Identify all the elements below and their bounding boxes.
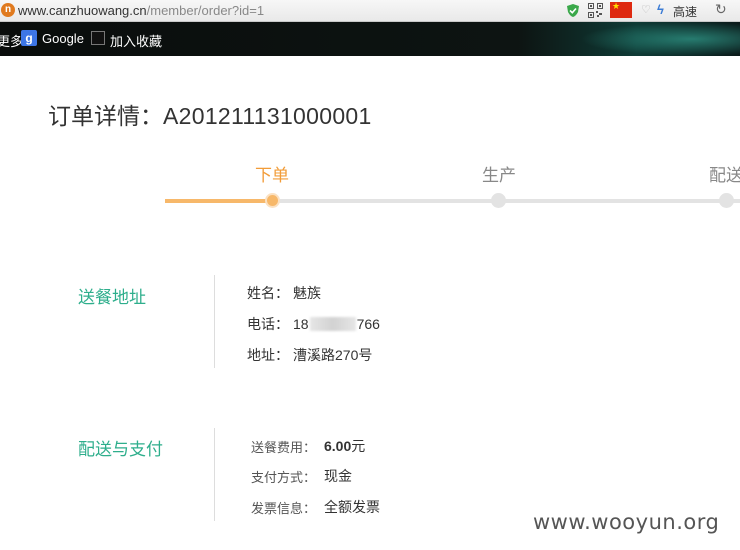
- section-title-delivery-address: 送餐地址: [78, 288, 146, 307]
- phone-redaction: [309, 317, 356, 331]
- speed-mode-label[interactable]: 高速: [673, 3, 697, 20]
- invoice-label: 发票信息：: [251, 501, 317, 516]
- delivery-fee-row: 送餐费用： 6.00元: [251, 437, 365, 456]
- bookmarks-bar-decoration: [580, 22, 740, 56]
- delivery-fee-unit: 元: [351, 438, 366, 454]
- address-bar[interactable]: n www.canzhuowang.cn/member/order?id=1 ★…: [0, 0, 740, 22]
- url-path: /member/order?id=1: [146, 3, 265, 18]
- phone-label: 电话：: [247, 316, 289, 332]
- progress-dot-delivery: [719, 193, 734, 208]
- section-divider: [214, 428, 215, 521]
- url-text[interactable]: www.canzhuowang.cn/member/order?id=1: [18, 3, 264, 18]
- site-favicon-icon: n: [1, 3, 15, 17]
- payment-method-value: 现金: [324, 468, 352, 484]
- watermark: www.wooyun.org: [533, 510, 720, 534]
- phone-prefix: 18: [293, 316, 309, 332]
- name-value: 魅族: [293, 285, 321, 301]
- address-row: 地址： 漕溪路270号: [247, 345, 372, 365]
- progress-step-delivery: 配送: [709, 166, 740, 185]
- invoice-value: 全额发票: [324, 499, 380, 515]
- invoice-row: 发票信息： 全额发票: [251, 498, 380, 517]
- bookmarks-bar: 更多 g Google 加入收藏: [0, 22, 740, 56]
- progress-step-production: 生产: [482, 166, 516, 185]
- security-shield-icon[interactable]: [566, 3, 580, 18]
- address-label: 地址：: [247, 347, 289, 363]
- section-divider: [214, 275, 215, 368]
- bookmark-folder-icon[interactable]: [91, 31, 105, 45]
- page-title: 订单详情：A201211131000001: [48, 97, 372, 131]
- order-title-label: 订单详情：: [48, 104, 163, 130]
- favorite-heart-icon[interactable]: ♡: [641, 3, 651, 16]
- qr-code-icon[interactable]: [588, 3, 603, 18]
- speed-mode-icon[interactable]: ϟ: [657, 2, 664, 17]
- google-icon[interactable]: g: [21, 30, 37, 46]
- payment-method-label: 支付方式：: [251, 470, 317, 485]
- bookmark-add-favorite[interactable]: 加入收藏: [110, 31, 162, 50]
- phone-suffix: 766: [356, 316, 380, 332]
- address-bar-tools: ★ ♡ ϟ 高速 ↻: [560, 0, 740, 22]
- progress-dot-production: [491, 193, 506, 208]
- phone-row: 电话： 18 766: [247, 314, 380, 334]
- bookmark-google[interactable]: Google: [42, 31, 84, 46]
- refresh-icon[interactable]: ↻: [715, 1, 727, 18]
- name-label: 姓名：: [247, 285, 289, 301]
- url-host: www.canzhuowang.cn: [18, 3, 147, 18]
- delivery-fee-label: 送餐费用：: [251, 440, 317, 455]
- progress-dot-order: [265, 193, 280, 208]
- payment-method-row: 支付方式： 现金: [251, 467, 352, 486]
- bookmark-more[interactable]: 更多: [0, 31, 23, 50]
- progress-step-order: 下单: [255, 166, 289, 185]
- name-row: 姓名： 魅族: [247, 283, 321, 303]
- address-value: 漕溪路270号: [293, 347, 373, 363]
- section-title-delivery-payment: 配送与支付: [78, 440, 163, 459]
- order-number: A201211131000001: [163, 103, 372, 129]
- progress-track-fill: [165, 199, 272, 203]
- delivery-fee-amount: 6.00: [324, 438, 352, 454]
- delivery-fee-value: 6.00元: [324, 436, 365, 456]
- china-flag-icon[interactable]: ★: [610, 2, 632, 18]
